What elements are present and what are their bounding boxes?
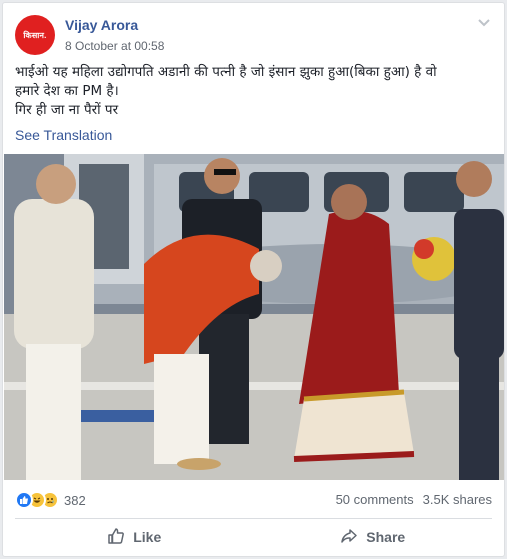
post-actions: Like Share [15,521,492,553]
like-label: Like [133,529,162,545]
thumbs-up-icon [107,527,125,548]
see-translation-link[interactable]: See Translation [15,127,112,143]
author-name-link[interactable]: Vijay Arora [65,17,138,33]
engagement-counts: 50 comments 3.5K shares [336,492,492,507]
share-label: Share [366,529,406,545]
post-header: किसान. Vijay Arora 8 October at 00:58 [15,13,492,57]
reactions-summary[interactable]: 382 [15,490,86,510]
post-text-line: भाईओ यह महिला उद्योगपति अडानी की पत्नी ह… [15,64,437,80]
divider [15,518,492,519]
like-reaction-icon [15,491,33,509]
avatar[interactable]: किसान. [15,15,55,55]
post-text-line: गिर ही जा ना पैरों पर [15,102,119,118]
post-photo[interactable] [4,154,504,480]
like-button[interactable]: Like [15,521,254,553]
post-text-line: हमारे देश का PM है। [15,83,119,99]
reaction-count[interactable]: 382 [64,493,86,508]
post-stats: 382 50 comments 3.5K shares [15,490,492,510]
share-button[interactable]: Share [254,521,493,553]
comments-count-link[interactable]: 50 comments [336,492,414,507]
share-arrow-icon [340,527,358,548]
post-timestamp-link[interactable]: 8 October at 00:58 [65,39,164,53]
post-text: भाईओ यह महिला उद्योगपति अडानी की पत्नी ह… [15,63,492,120]
post-card: किसान. Vijay Arora 8 October at 00:58 भा… [2,2,505,557]
chevron-down-icon[interactable] [476,15,492,31]
shares-count-link[interactable]: 3.5K shares [423,492,492,507]
